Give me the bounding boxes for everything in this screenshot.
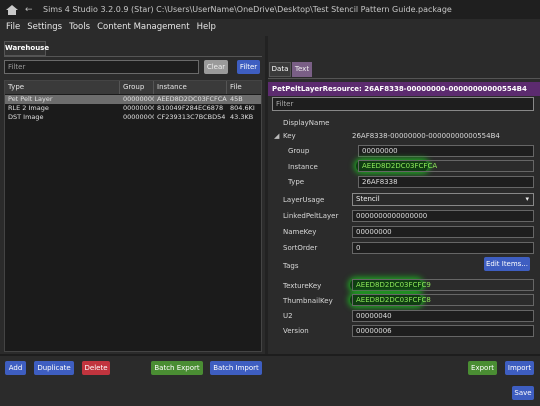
collapse-icon[interactable]: ◢ xyxy=(274,131,279,141)
menu-settings[interactable]: Settings xyxy=(27,22,62,32)
label-display-name: DisplayName xyxy=(283,119,330,127)
table-header: Type Group Instance File xyxy=(5,81,261,94)
batch-export-button[interactable]: Batch Export xyxy=(151,361,203,375)
cell-instance: CF239313C7BCBD54 xyxy=(157,113,226,121)
column-instance[interactable]: Instance xyxy=(154,81,227,94)
property-filter-input[interactable]: Filter xyxy=(272,97,534,111)
instance-field[interactable]: AEED8D2DC03FCFCA xyxy=(358,160,534,172)
label-u2: U2 xyxy=(283,312,293,320)
label-version: Version xyxy=(283,327,309,335)
type-field[interactable]: 26AF8338 xyxy=(358,176,534,188)
cell-group: 00000000 xyxy=(123,113,154,121)
tab-text[interactable]: Text xyxy=(292,62,312,77)
label-layer-usage: LayerUsage xyxy=(283,196,325,204)
menu-tools[interactable]: Tools xyxy=(69,22,90,32)
export-button[interactable]: Export xyxy=(468,361,497,375)
app-icon xyxy=(6,4,18,15)
name-key-field[interactable]: 00000000 xyxy=(352,226,534,238)
label-tags: Tags xyxy=(283,262,299,270)
tab-divider xyxy=(4,56,262,57)
texture-key-field[interactable]: AEED8D2DC03FCFC9 xyxy=(352,279,534,291)
label-instance: Instance xyxy=(288,163,318,171)
title-bar: ← Sims 4 Studio 3.2.0.9 (Star) C:\Users\… xyxy=(0,0,540,19)
key-value: 26AF8338-00000000-00000000000554B4 xyxy=(352,132,500,140)
label-thumbnail-key: ThumbnailKey xyxy=(283,297,333,305)
label-type: Type xyxy=(288,178,305,186)
tab-warehouse[interactable]: Warehouse xyxy=(4,41,49,56)
save-button[interactable]: Save xyxy=(512,386,534,400)
menu-help[interactable]: Help xyxy=(197,22,216,32)
cell-type: DST Image xyxy=(8,113,44,121)
cell-type: Pet Pelt Layer xyxy=(8,95,53,103)
add-button[interactable]: Add xyxy=(5,361,26,375)
bottom-toolbar xyxy=(0,356,540,406)
label-sort-order: SortOrder xyxy=(283,244,318,252)
label-group: Group xyxy=(288,147,310,155)
linked-pelt-layer-field[interactable]: 0000000000000000 xyxy=(352,210,534,222)
column-group[interactable]: Group xyxy=(120,81,154,94)
clear-button[interactable]: Clear xyxy=(204,60,228,74)
column-type[interactable]: Type xyxy=(5,81,120,94)
window-title: Sims 4 Studio 3.2.0.9 (Star) C:\Users\Us… xyxy=(43,5,452,14)
label-texture-key: TextureKey xyxy=(283,282,322,290)
menu-bar: File Settings Tools Content Management H… xyxy=(0,19,540,34)
label-linked-pelt-layer: LinkedPeltLayer xyxy=(283,212,339,220)
column-file[interactable]: File xyxy=(227,81,261,94)
version-field[interactable]: 00000006 xyxy=(352,325,534,337)
chevron-down-icon: ▾ xyxy=(525,195,529,203)
delete-button[interactable]: Delete xyxy=(82,361,110,375)
layer-usage-value: Stencil xyxy=(356,195,380,203)
cell-file: 45B xyxy=(230,95,243,103)
edit-items-button[interactable]: Edit Items... xyxy=(484,257,530,271)
duplicate-button[interactable]: Duplicate xyxy=(34,361,74,375)
cell-file: 804.6KI xyxy=(230,104,255,112)
resource-table: Type Group Instance File Pet Pelt Layer … xyxy=(4,80,262,352)
table-row[interactable]: Pet Pelt Layer 00000000 AEED8D2DC03FCFCA… xyxy=(5,95,261,104)
table-row[interactable]: DST Image 00000000 CF239313C7BCBD54 43.3… xyxy=(5,113,261,122)
menu-content-management[interactable]: Content Management xyxy=(97,22,190,32)
cell-group: 00000000 xyxy=(123,95,154,103)
cell-file: 43.3KB xyxy=(230,113,254,121)
cell-type: RLE 2 Image xyxy=(8,104,49,112)
layer-usage-dropdown[interactable]: Stencil ▾ xyxy=(352,193,534,206)
u2-field[interactable]: 00000040 xyxy=(352,310,534,322)
resource-header: PetPeltLayerResource: 26AF8338-00000000-… xyxy=(268,82,540,96)
sort-order-field[interactable]: 0 xyxy=(352,242,534,254)
label-name-key: NameKey xyxy=(283,228,317,236)
warehouse-filter-input[interactable]: Filter xyxy=(4,60,199,74)
group-field[interactable]: 00000000 xyxy=(358,145,534,157)
label-key: Key xyxy=(283,132,296,140)
cell-instance: 810049F284EC6878 xyxy=(157,104,224,112)
tab-data[interactable]: Data xyxy=(269,62,291,77)
import-button[interactable]: Import xyxy=(505,361,534,375)
thumbnail-key-field[interactable]: AEED8D2DC03FCFC8 xyxy=(352,294,534,306)
back-arrow-icon[interactable]: ← xyxy=(25,5,35,15)
menu-file[interactable]: File xyxy=(6,22,20,32)
batch-import-button[interactable]: Batch Import xyxy=(210,361,262,375)
filter-button[interactable]: Filter xyxy=(237,60,260,74)
cell-instance: AEED8D2DC03FCFCA xyxy=(157,95,227,103)
cell-group: 00000000 xyxy=(123,104,154,112)
table-row[interactable]: RLE 2 Image 00000000 810049F284EC6878 80… xyxy=(5,104,261,113)
